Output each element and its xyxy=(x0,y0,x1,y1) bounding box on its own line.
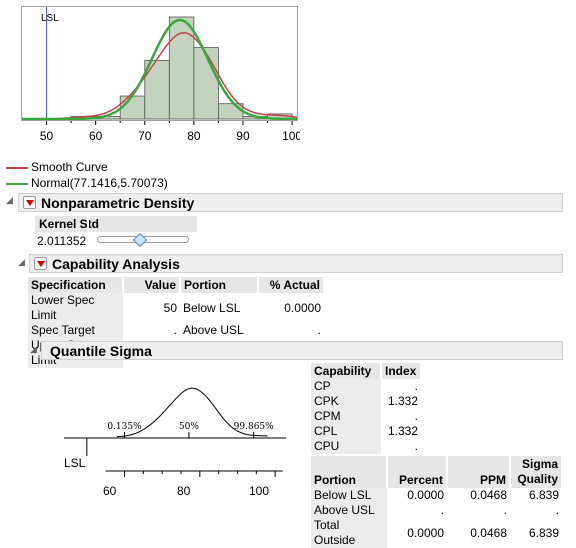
quantile-percentile-label: 50% xyxy=(179,422,199,432)
histogram-frame: LSL xyxy=(21,6,298,121)
kernel-std-value: 2.011352 xyxy=(37,234,87,248)
quantile-axis-tick-80: 80 xyxy=(177,484,191,498)
histogram-axis-label: 50 xyxy=(40,129,54,143)
col-actual: % Actual xyxy=(258,277,325,293)
histogram-axis-label: 100 xyxy=(282,129,300,143)
histogram-axis: 50 60 70 80 90 100 xyxy=(40,121,300,143)
col-ppm: PPM xyxy=(447,456,511,488)
smooth-curve-legend-swatch xyxy=(6,167,28,169)
quantile-title: Quantile Sigma xyxy=(50,342,152,359)
kernel-std-header: Kernel Std xyxy=(35,216,197,232)
col-percent: Percent xyxy=(387,456,448,488)
col-portion-name: Portion xyxy=(311,456,388,488)
lsl-label: LSL xyxy=(41,13,59,24)
normal-legend: Normal(77.1416,5.70073) xyxy=(31,176,168,190)
nonparametric-disclosure-icon[interactable]: ◢ xyxy=(6,196,16,206)
quantile-sigma-header[interactable]: Quantile Sigma xyxy=(41,341,563,360)
col-index: Index xyxy=(381,363,422,379)
table-row: CPL 1.332 xyxy=(311,424,421,439)
smooth-curve-legend: Smooth Curve xyxy=(31,160,108,174)
col-value: Value xyxy=(123,277,181,293)
table-row: CPM. xyxy=(311,409,421,424)
histogram-bar xyxy=(119,95,146,120)
portion-table: Portion Percent PPM Sigma Quality Below … xyxy=(311,456,563,548)
histogram-bar xyxy=(144,59,170,120)
table-row: Above USL . . . xyxy=(311,503,562,518)
table-row: Total Outside 0.0000 0.0468 6.839 xyxy=(311,518,562,548)
capability-analysis-header[interactable]: Capability Analysis xyxy=(29,254,563,273)
table-row: Lower Spec Limit 50 Below LSL 0.0000 xyxy=(28,293,324,323)
table-row: CPK 1.332 xyxy=(311,394,421,409)
quantile-axis-tick-100: 100 xyxy=(249,484,270,498)
histogram-bar xyxy=(193,47,219,120)
histogram-axis-label: 60 xyxy=(89,129,103,143)
quantile-lsl-label: LSL xyxy=(64,456,86,470)
quantile-axis-tick-60: 60 xyxy=(103,484,117,498)
histogram-axis-label: 90 xyxy=(236,129,250,143)
histogram-axis-label: 70 xyxy=(138,129,152,143)
histogram-bar xyxy=(218,103,244,120)
table-row: Spec Target . Above USL . xyxy=(28,323,324,338)
histogram-plot xyxy=(22,7,297,120)
quantile-percentile-label: 99.865% xyxy=(234,422,274,432)
quantile-disclosure-icon[interactable]: ◢ xyxy=(30,345,40,355)
col-sigma-quality: Sigma Quality xyxy=(510,456,563,488)
quantile-percentile-label: 0.135% xyxy=(107,422,142,432)
capability-index-table: Capability Index CP. CPK 1.332 CPM. CPL 1.… xyxy=(311,363,422,454)
histogram-axis-label: 80 xyxy=(187,129,201,143)
capability-title: Capability Analysis xyxy=(52,255,180,272)
capability-disclosure-icon[interactable]: ◢ xyxy=(18,258,28,268)
normal-legend-swatch xyxy=(6,183,28,185)
nonparametric-menu-icon[interactable] xyxy=(23,196,36,209)
col-portion: Portion xyxy=(180,277,259,293)
table-row: Below LSL 0.0000 0.0468 6.839 xyxy=(311,488,562,503)
table-row: CP. xyxy=(311,379,421,394)
nonparametric-density-header[interactable]: Nonparametric Density xyxy=(18,193,563,212)
capability-menu-icon[interactable] xyxy=(34,257,47,270)
col-specification: Specification xyxy=(28,277,124,293)
table-row: CPU. xyxy=(311,439,421,454)
col-capability: Capability xyxy=(311,363,382,379)
kernel-std-label: Kernel Std xyxy=(39,217,100,231)
nonparametric-title: Nonparametric Density xyxy=(41,194,195,211)
